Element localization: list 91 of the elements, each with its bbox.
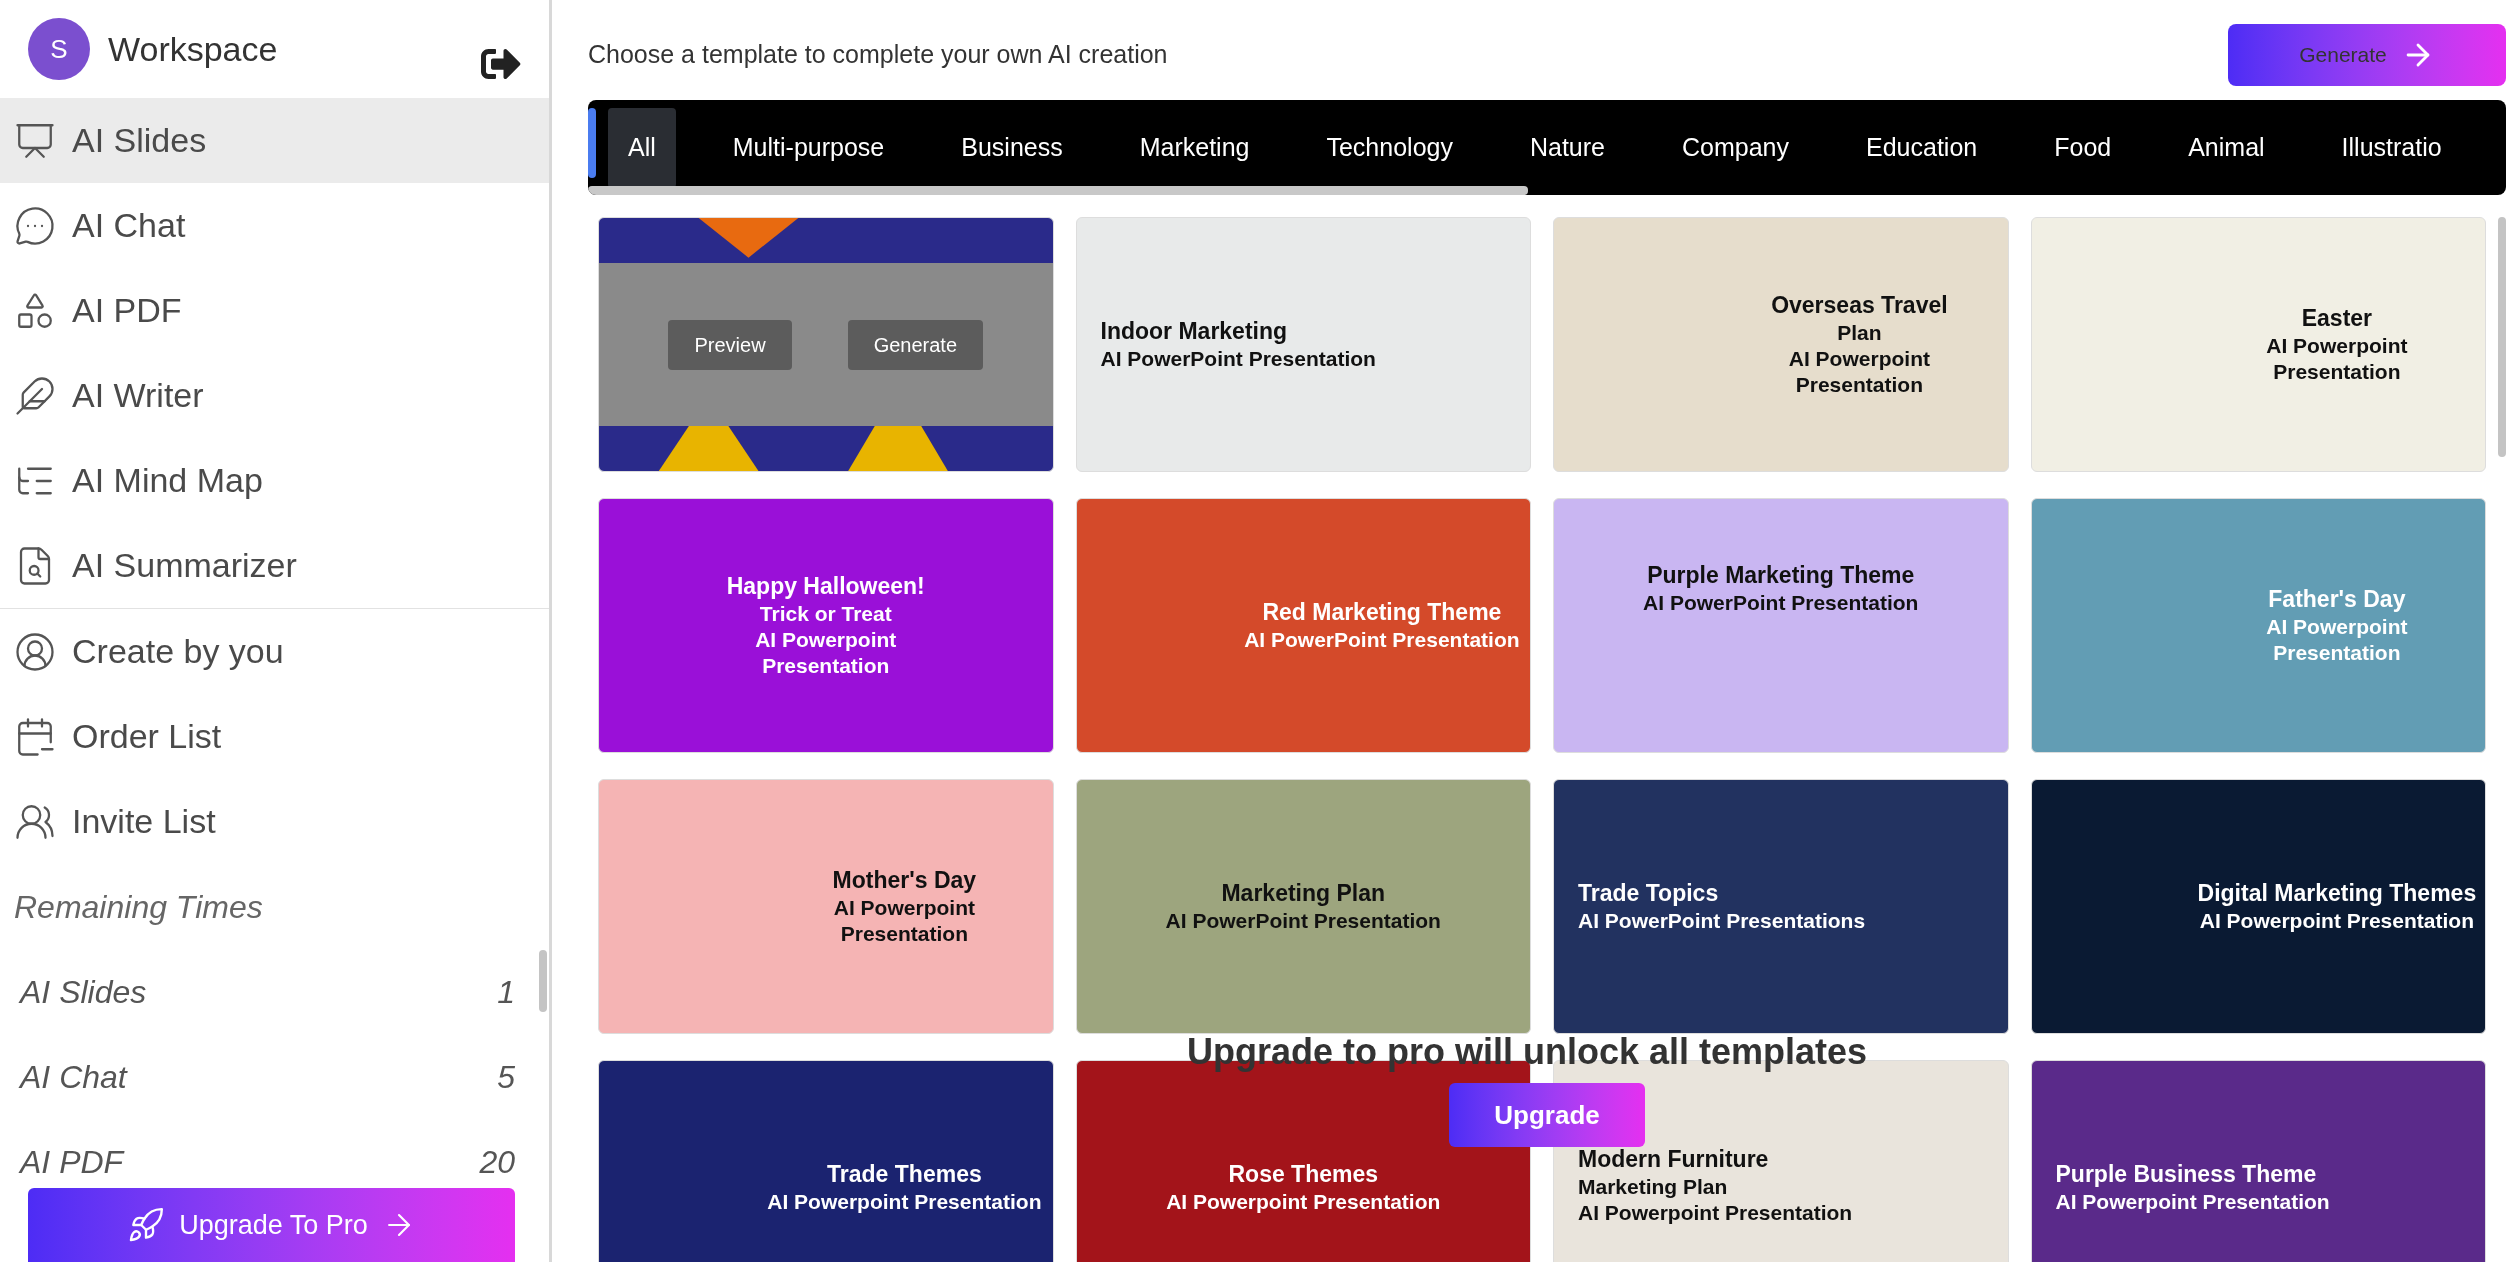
category-tab[interactable]: Business <box>941 107 1083 188</box>
template-title: Happy Halloween! <box>726 571 925 601</box>
section-title: Remaining Times <box>13 887 264 927</box>
template-card[interactable]: Marketing Plan AI PowerPoint Presentation <box>1075 779 1531 1034</box>
template-title: AI PowerPoint Presentation <box>1165 907 1441 934</box>
template-title: AI Powerpoint Presentation <box>2055 1188 2330 1215</box>
category-tab[interactable]: Illustratio <box>2321 107 2462 188</box>
template-title: Marketing Plan <box>1578 1173 1728 1200</box>
scrollbar-thumb <box>539 950 547 1012</box>
template-title: Presentation <box>2273 358 2401 385</box>
template-card[interactable]: Mother's Day AI Powerpoint Presentation <box>598 779 1054 1034</box>
user-icon <box>14 630 56 673</box>
sidebar-item[interactable]: Create by you <box>0 609 549 694</box>
remaining-count: 1 <box>497 972 515 1012</box>
template-title: AI PowerPoint Presentation <box>1244 626 1520 653</box>
template-title: AI Powerpoint Presentation <box>2199 907 2474 934</box>
template-title: Presentation <box>2273 639 2401 666</box>
sidebar-item[interactable]: Invite List <box>0 779 549 864</box>
template-title: AI Powerpoint <box>1788 345 1930 372</box>
remaining-count: 5 <box>497 1057 515 1097</box>
avatar[interactable]: S <box>28 18 90 80</box>
sidebar-item[interactable]: AI Writer <box>0 353 549 438</box>
template-title: AI Powerpoint <box>2266 613 2408 640</box>
template-title: Easter <box>2301 303 2373 333</box>
template-card[interactable]: Purple Marketing Theme AI PowerPoint Presentation <box>1553 498 2009 753</box>
template-title: Marketing Plan <box>1221 879 1386 908</box>
template-title: AI Powerpoint Presentation <box>767 1188 1042 1215</box>
template-card[interactable]: Indoor Marketing AI PowerPoint Presentation <box>1075 217 1531 472</box>
template-card[interactable]: Easter AI Powerpoint Presentation <box>2030 217 2486 472</box>
template-title: Trick or Treat <box>759 600 892 627</box>
sidebar-item[interactable]: AI Summarizer <box>0 523 549 608</box>
template-title: Purple Business Theme <box>2055 1160 2317 1189</box>
sidebar-item[interactable]: AI PDF <box>0 268 549 353</box>
category-tab[interactable]: Food <box>2034 107 2132 188</box>
template-title: Overseas Travel <box>1771 290 1948 320</box>
remaining-count: 20 <box>479 1142 515 1182</box>
category-tab[interactable]: Company <box>1662 107 1809 188</box>
sidebar-item[interactable]: AI Slides <box>0 98 549 183</box>
template-title: Modern Furniture <box>1578 1145 1769 1174</box>
template-title: AI Powerpoint <box>755 626 897 653</box>
template-title: Mother's Day <box>832 865 977 895</box>
feather-icon <box>14 374 56 417</box>
template-title: Purple Marketing Theme <box>1647 561 1915 590</box>
template-card[interactable]: Digital Marketing Themes AI Powerpoint Presentation <box>2030 779 2486 1034</box>
template-title: Rose Themes <box>1228 1160 1379 1189</box>
category-tab[interactable]: Animal <box>2168 107 2285 188</box>
template-title: Presentation <box>1795 372 1923 398</box>
category-tab[interactable]: Technology <box>1306 107 1473 188</box>
template-title: AI PowerPoint Presentations <box>1578 907 1866 934</box>
template-title: Presentation <box>762 653 890 679</box>
template-title: AI Powerpoint Presentation <box>1166 1188 1441 1215</box>
sidebar-item[interactable]: AI Chat <box>0 183 549 268</box>
remaining-label: AI PDF <box>20 1142 124 1182</box>
rocket-icon <box>127 1206 166 1244</box>
template-card[interactable]: Red Marketing Theme AI PowerPoint Presentation <box>1075 498 1531 753</box>
remaining-label: AI Chat <box>20 1057 127 1097</box>
overlay-button[interactable]: Generate <box>847 319 983 370</box>
sidebar-item[interactable]: AI Mind Map <box>0 438 549 523</box>
category-tab[interactable]: Education <box>1846 107 1998 188</box>
category-tab[interactable]: Nature <box>1509 107 1625 188</box>
overlay-button[interactable]: Preview <box>668 319 792 370</box>
chat-bubble-icon <box>14 204 56 247</box>
template-title: Indoor Marketing <box>1100 317 1288 346</box>
template-title: Plan <box>1837 319 1882 346</box>
template-card[interactable]: Trade Topics AI PowerPoint Presentations <box>1553 779 2009 1034</box>
category-tab[interactable]: All <box>608 107 676 188</box>
template-title: AI Powerpoint <box>2266 332 2408 359</box>
remaining-label: AI Slides <box>20 972 147 1012</box>
template-title: Trade Themes <box>827 1160 982 1189</box>
template-card[interactable]: Preview Generate <box>598 217 1054 472</box>
template-title: AI PowerPoint Presentation <box>1643 589 1919 616</box>
template-card[interactable]: Purple Business Theme AI Powerpoint Presentation <box>2030 1060 2486 1262</box>
template-title: Father's Day <box>2268 584 2406 614</box>
template-card[interactable]: Overseas Travel Plan AI Powerpoint Presentation <box>1553 217 2009 472</box>
sidebar-item[interactable]: Order List <box>0 694 549 779</box>
template-title: Presentation <box>840 920 968 947</box>
category-tab[interactable]: Multi-purpose <box>712 107 905 188</box>
template-title: Trade Topics <box>1578 879 1719 908</box>
tab-indicator <box>588 108 596 178</box>
template-title: Red Marketing Theme <box>1262 598 1502 627</box>
template-title: AI Powerpoint Presentation <box>1578 1200 1853 1226</box>
workspace-title: Workspace <box>108 28 278 70</box>
template-card[interactable]: Trade Themes AI Powerpoint Presentation <box>598 1060 1054 1262</box>
template-title: Digital Marketing Themes <box>2197 879 2477 908</box>
upgrade-button[interactable]: Upgrade <box>1449 1083 1645 1147</box>
prompt-text: Choose a template to complete your own AI creation <box>588 39 1168 71</box>
template-title: AI Powerpoint <box>833 894 975 921</box>
category-tab[interactable]: Marketing <box>1119 107 1270 188</box>
template-card[interactable]: Happy Halloween! Trick or Treat AI Powerpoint Presentation <box>598 498 1054 753</box>
template-title: AI PowerPoint Presentation <box>1100 345 1376 372</box>
upgrade-pro-button[interactable]: Upgrade To Pro <box>28 1188 515 1262</box>
